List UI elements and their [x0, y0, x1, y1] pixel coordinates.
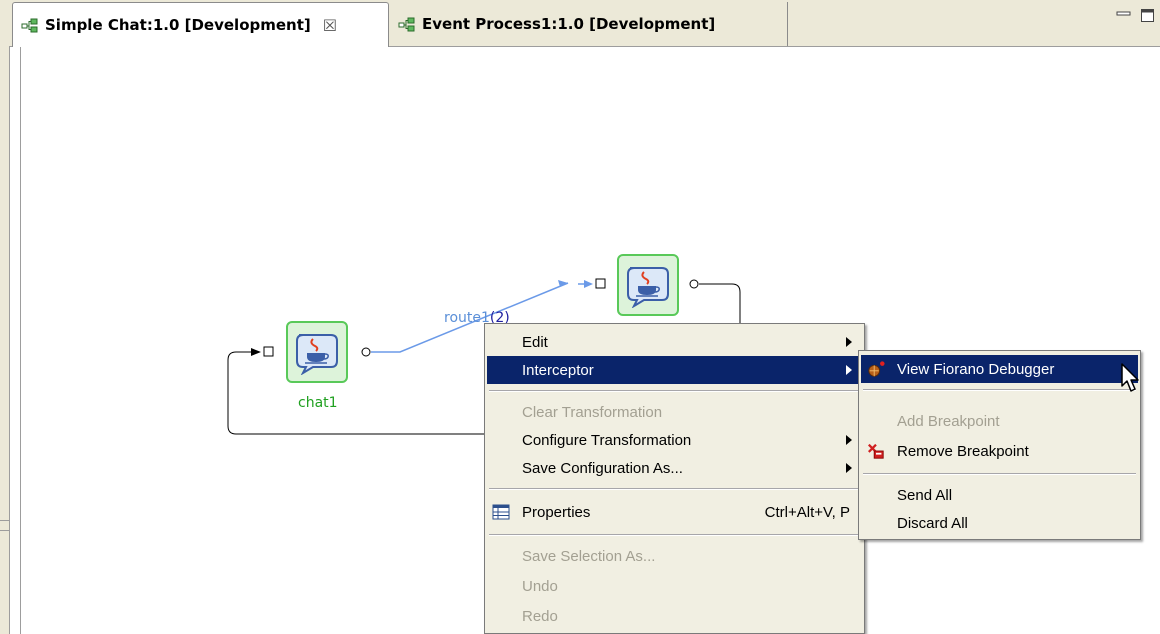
node2-input-port: [595, 278, 606, 289]
mouse-cursor-icon: [1121, 363, 1139, 392]
interceptor-submenu: View Fiorano Debugger Add Breakpoint Rem…: [858, 350, 1141, 540]
bug-icon: [867, 360, 885, 378]
chat2-node[interactable]: [617, 254, 679, 316]
java-cup-icon: [296, 334, 338, 375]
menu-item-interceptor[interactable]: Interceptor: [487, 356, 862, 384]
submenu-arrow-icon: [846, 365, 852, 375]
submenu-arrow-icon: [846, 435, 852, 445]
menu-item-view-fiorano-debugger[interactable]: View Fiorano Debugger: [861, 355, 1138, 383]
menu-item-discard-all[interactable]: Discard All: [861, 509, 1138, 537]
menu-item-save-configuration[interactable]: Save Configuration As...: [487, 454, 862, 482]
menu-item-save-selection[interactable]: Save Selection As...: [487, 542, 862, 570]
menu-item-clear-transformation[interactable]: Clear Transformation: [487, 398, 862, 426]
chat1-label: chat1: [298, 395, 338, 411]
menu-item-label: Configure Transformation: [522, 431, 692, 449]
menu-separator: [489, 488, 860, 490]
menu-item-shortcut: Ctrl+Alt+V, P: [764, 503, 850, 521]
menu-item-label: Discard All: [897, 514, 968, 532]
menu-item-label: Edit: [522, 333, 548, 351]
properties-table-icon: [492, 503, 510, 521]
chat1-input-port: [263, 346, 274, 357]
menu-separator: [489, 534, 860, 536]
menu-item-label: Add Breakpoint: [897, 412, 1000, 430]
menu-item-remove-breakpoint[interactable]: Remove Breakpoint: [861, 437, 1138, 465]
menu-item-edit[interactable]: Edit: [487, 328, 862, 356]
menu-separator: [489, 390, 860, 392]
loopback-route: [227, 351, 484, 435]
menu-item-redo[interactable]: Redo: [487, 602, 862, 630]
menu-separator: [863, 473, 1136, 475]
submenu-arrow-icon: [846, 337, 852, 347]
menu-item-label: Redo: [522, 607, 558, 625]
menu-item-label: View Fiorano Debugger: [897, 360, 1055, 378]
menu-item-send-all[interactable]: Send All: [861, 481, 1138, 509]
menu-item-undo[interactable]: Undo: [487, 572, 862, 600]
menu-item-label: Save Selection As...: [522, 547, 656, 565]
menu-item-add-breakpoint[interactable]: Add Breakpoint: [861, 407, 1138, 435]
menu-item-label: Remove Breakpoint: [897, 442, 1029, 460]
java-cup-icon: [627, 267, 669, 308]
menu-item-configure-transformation[interactable]: Configure Transformation: [487, 426, 862, 454]
node2-output-port: [689, 279, 699, 289]
menu-separator: [863, 389, 1136, 391]
menu-item-properties[interactable]: Properties Ctrl+Alt+V, P: [487, 498, 862, 526]
menu-item-label: Interceptor: [522, 361, 594, 379]
menu-item-label: Save Configuration As...: [522, 459, 683, 477]
context-menu: Edit Interceptor Clear Transformation Co…: [484, 323, 865, 634]
menu-item-label: Undo: [522, 577, 558, 595]
menu-item-label: Clear Transformation: [522, 403, 663, 421]
menu-item-label: Send All: [897, 486, 953, 504]
chat1-output-port: [361, 347, 371, 357]
remove-breakpoint-icon: [867, 442, 885, 460]
menu-item-label: Properties: [522, 503, 591, 521]
submenu-arrow-icon: [846, 463, 852, 473]
chat1-node[interactable]: [286, 321, 348, 383]
